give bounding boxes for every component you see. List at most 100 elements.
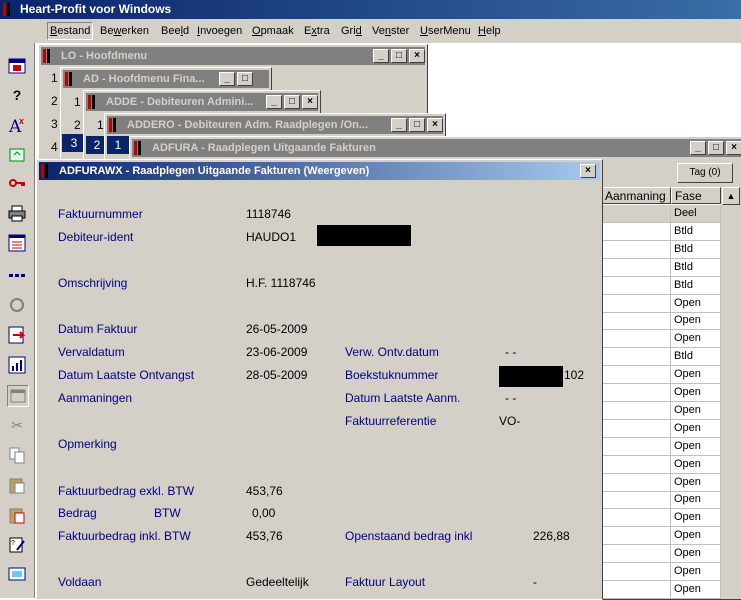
column-header-aanmaning[interactable]: Aanmaning <box>601 187 671 204</box>
grid-cell-fase[interactable]: Open <box>671 563 721 581</box>
grid-cell-aanmaning[interactable] <box>601 222 671 241</box>
grid-cell-aanmaning[interactable] <box>601 563 671 581</box>
menu-venster[interactable]: Venster <box>372 23 409 39</box>
grid-cell-aanmaning[interactable] <box>601 330 671 349</box>
grid-cell-fase[interactable]: Open <box>671 473 721 492</box>
minimize-button[interactable]: _ <box>219 72 235 86</box>
menu-help[interactable]: Help <box>478 23 501 39</box>
grid-cell-aanmaning[interactable] <box>601 294 671 313</box>
maximize-button[interactable]: □ <box>409 118 425 132</box>
grid-cell-aanmaning[interactable] <box>601 419 671 438</box>
minimize-button[interactable]: _ <box>266 95 282 109</box>
invoice-grid[interactable]: Aanmaning Fase Deel Btld Btld Btld Btld Open O… <box>601 187 741 599</box>
menu-invoegen[interactable]: Invoegen <box>197 23 242 39</box>
grid-cell-fase[interactable]: Open <box>671 437 721 456</box>
chart-window-icon[interactable] <box>7 355 27 375</box>
grid-cell-aanmaning[interactable] <box>601 527 671 546</box>
grid-cell-fase[interactable]: Btld <box>671 258 721 277</box>
grid-cell-aanmaning[interactable] <box>601 348 671 367</box>
export-icon[interactable] <box>7 325 27 345</box>
invoice-detail-dialog[interactable]: ADFURAWX - Raadplegen Uitgaande Fakturen… <box>36 159 603 600</box>
calendar-icon[interactable] <box>7 56 27 76</box>
grid-cell-aanmaning[interactable] <box>601 545 671 564</box>
grid-cell-fase[interactable]: Btld <box>671 222 721 241</box>
grid-cell-fase[interactable]: Open <box>671 491 721 510</box>
menu-opmaak[interactable]: Opmaak <box>252 23 294 39</box>
refresh-window-icon[interactable] <box>7 145 27 165</box>
close-button[interactable]: × <box>427 118 443 132</box>
grid-cell-aanmaning[interactable] <box>601 509 671 528</box>
maximize-button[interactable]: □ <box>237 72 253 86</box>
close-button[interactable]: × <box>302 95 318 109</box>
maximize-button[interactable]: □ <box>391 49 407 63</box>
menu-beeld[interactable]: Beeld <box>161 23 189 39</box>
key-icon[interactable] <box>7 173 27 193</box>
grid-cell-fase[interactable]: Open <box>671 366 721 385</box>
list-item-number[interactable]: 2 <box>74 118 81 132</box>
printer-icon[interactable] <box>7 203 27 223</box>
screen-icon[interactable] <box>7 565 27 585</box>
close-button[interactable]: × <box>726 141 741 155</box>
grid-cell-aanmaning[interactable] <box>601 455 671 474</box>
list-item-number[interactable]: 1 <box>51 71 58 85</box>
column-header-fase[interactable]: Fase <box>671 187 721 204</box>
list-item-number[interactable]: 1 <box>97 118 104 132</box>
grid-cell-aanmaning[interactable] <box>601 401 671 420</box>
help-question-icon[interactable]: ? <box>7 85 27 105</box>
edit-document-icon[interactable]: ? <box>7 535 27 555</box>
list-item-number[interactable]: 2 <box>51 94 58 108</box>
grid-cell-fase[interactable]: Open <box>671 545 721 564</box>
grid-cell-aanmaning[interactable] <box>601 366 671 385</box>
form-window-icon[interactable] <box>7 233 27 253</box>
list-item-number-selected[interactable]: 1 <box>107 136 129 154</box>
menu-bewerken[interactable]: Bewerken <box>100 23 149 39</box>
scroll-up-arrow-icon[interactable]: ▲ <box>722 187 740 205</box>
grid-cell-fase[interactable]: Btld <box>671 276 721 295</box>
copy-icon[interactable] <box>7 445 27 465</box>
menu-usermenu[interactable]: UserMenu <box>420 23 471 39</box>
cut-icon[interactable]: ✂ <box>7 415 27 435</box>
grid-cell-aanmaning[interactable] <box>601 258 671 277</box>
grid-cell-fase[interactable]: Btld <box>671 240 721 259</box>
close-button[interactable]: × <box>580 164 596 178</box>
minimize-button[interactable]: _ <box>690 141 706 155</box>
grid-cell-aanmaning[interactable] <box>601 240 671 259</box>
grid-cell-fase[interactable]: Open <box>671 312 721 331</box>
maximize-button[interactable]: □ <box>708 141 724 155</box>
window-addero-titlebar[interactable]: ADDERO - Debiteuren Adm. Raadplegen /On.… <box>107 116 443 134</box>
grid-cell-aanmaning[interactable] <box>601 205 671 223</box>
grid-cell-fase[interactable]: Open <box>671 455 721 474</box>
grid-scrollbar[interactable]: ▲ <box>721 187 741 598</box>
grid-cell-fase[interactable]: Deel <box>671 205 721 223</box>
grid-cell-aanmaning[interactable] <box>601 473 671 492</box>
window-adde-titlebar[interactable]: ADDE - Debiteuren Admini... _ □ × <box>86 93 318 111</box>
window-ad-titlebar[interactable]: AD - Hoofdmenu Fina... _□× <box>63 70 269 104</box>
list-item-number[interactable]: 1 <box>74 95 81 109</box>
grid-cell-aanmaning[interactable] <box>601 580 671 599</box>
maximize-button[interactable]: □ <box>284 95 300 109</box>
dialog-titlebar[interactable]: ADFURAWX - Raadplegen Uitgaande Fakturen… <box>39 162 600 180</box>
grid-cell-fase[interactable]: Open <box>671 384 721 402</box>
grid-cell-fase[interactable]: Btld <box>671 348 721 367</box>
grid-cell-aanmaning[interactable] <box>601 312 671 331</box>
paste-icon[interactable] <box>7 475 27 495</box>
grid-cell-fase[interactable]: Open <box>671 401 721 420</box>
grid-cell-aanmaning[interactable] <box>601 384 671 402</box>
grid-cell-aanmaning[interactable] <box>601 276 671 295</box>
grid-cell-aanmaning[interactable] <box>601 437 671 456</box>
grid-cell-fase[interactable]: Open <box>671 580 721 599</box>
menu-grid[interactable]: Grid <box>341 23 362 39</box>
window-adfura-titlebar[interactable]: ADFURA - Raadplegen Uitgaande Fakturen _… <box>132 139 741 157</box>
grid-cell-fase[interactable]: Open <box>671 509 721 528</box>
paste-special-icon[interactable] <box>7 505 27 525</box>
grid-cell-fase[interactable]: Open <box>671 294 721 313</box>
grid-cell-fase[interactable]: Open <box>671 527 721 546</box>
list-item-number[interactable]: 4 <box>51 140 58 154</box>
dots-icon[interactable] <box>7 265 27 285</box>
font-edit-icon[interactable]: Ax <box>7 115 27 135</box>
close-button[interactable]: × <box>409 49 425 63</box>
minimize-button[interactable]: _ <box>391 118 407 132</box>
menu-bestand[interactable]: Bestand <box>47 22 94 40</box>
minimize-button[interactable]: _ <box>373 49 389 63</box>
window-view-icon[interactable] <box>7 385 29 407</box>
